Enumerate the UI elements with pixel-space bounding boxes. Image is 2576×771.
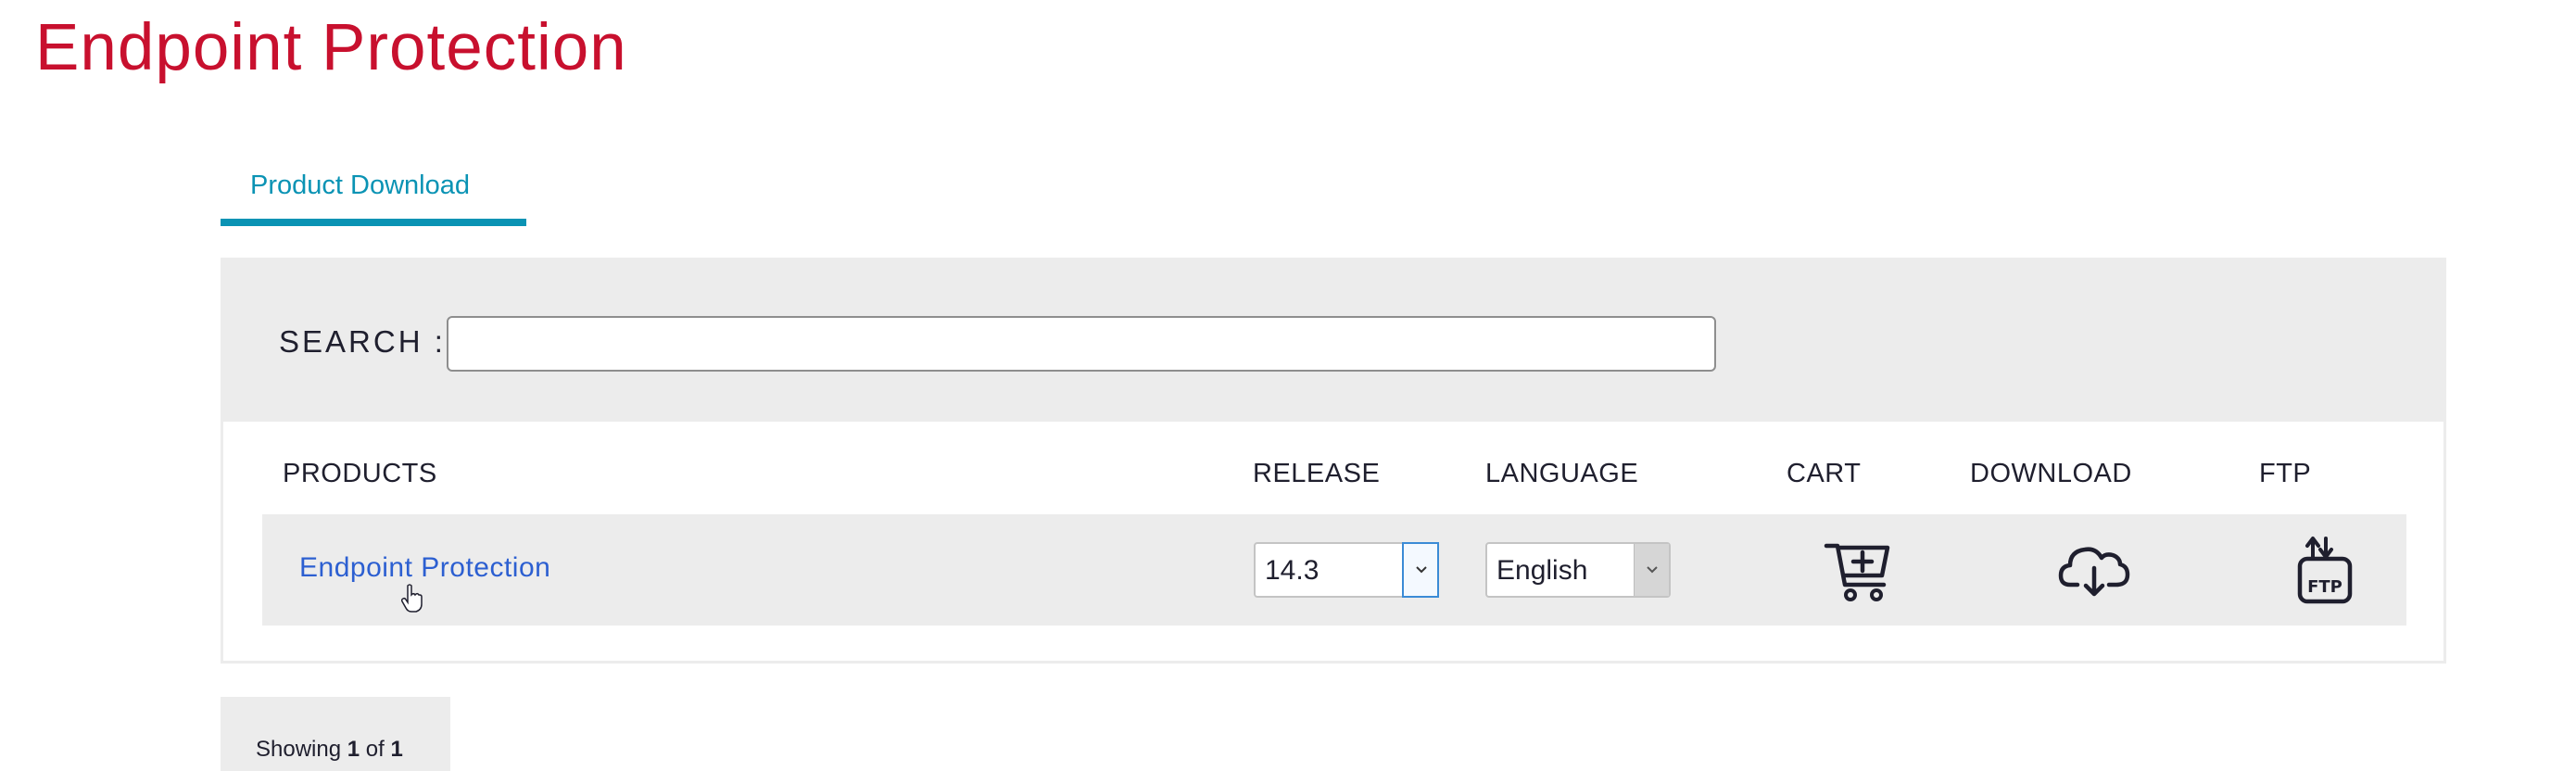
chevron-down-icon[interactable] <box>1634 544 1669 596</box>
tab-label: Product Download <box>250 171 470 200</box>
column-header-download: DOWNLOAD <box>1970 459 2132 488</box>
pagination: Showing 1 of 1 <box>221 697 450 771</box>
pagination-of: of <box>360 737 391 762</box>
column-header-ftp: FTP <box>2259 459 2312 488</box>
column-header-language: LANGUAGE <box>1485 459 1639 488</box>
language-select[interactable]: English <box>1485 542 1671 598</box>
pagination-total: 1 <box>390 737 403 762</box>
release-select-value: 14.3 <box>1265 555 1320 586</box>
chevron-down-icon[interactable] <box>1402 542 1439 598</box>
tab-product-download[interactable]: Product Download <box>221 159 526 226</box>
pagination-prefix: Showing <box>256 737 347 762</box>
hand-pointer-icon <box>401 584 423 613</box>
table-row: Endpoint Protection 14.3 English FTP <box>262 514 2406 626</box>
pagination-current: 1 <box>347 737 360 762</box>
page-title: Endpoint Protection <box>35 11 627 84</box>
ftp-icon[interactable]: FTP <box>2289 527 2363 611</box>
language-select-value: English <box>1496 555 1588 586</box>
column-header-products: PRODUCTS <box>283 459 437 488</box>
ftp-icon-text: FTP <box>2307 577 2342 597</box>
search-input[interactable] <box>447 316 1716 372</box>
cloud-download-icon[interactable] <box>2057 533 2131 607</box>
search-label: SEARCH : <box>279 324 446 359</box>
release-select[interactable]: 14.3 <box>1254 542 1439 598</box>
product-link[interactable]: Endpoint Protection <box>299 550 550 587</box>
column-header-cart: CART <box>1787 459 1862 488</box>
product-panel: SEARCH : PRODUCTS RELEASE LANGUAGE CART … <box>221 258 2446 664</box>
search-bar: SEARCH : <box>223 260 2443 422</box>
column-header-release: RELEASE <box>1253 459 1381 488</box>
cart-add-icon[interactable] <box>1821 533 1895 607</box>
